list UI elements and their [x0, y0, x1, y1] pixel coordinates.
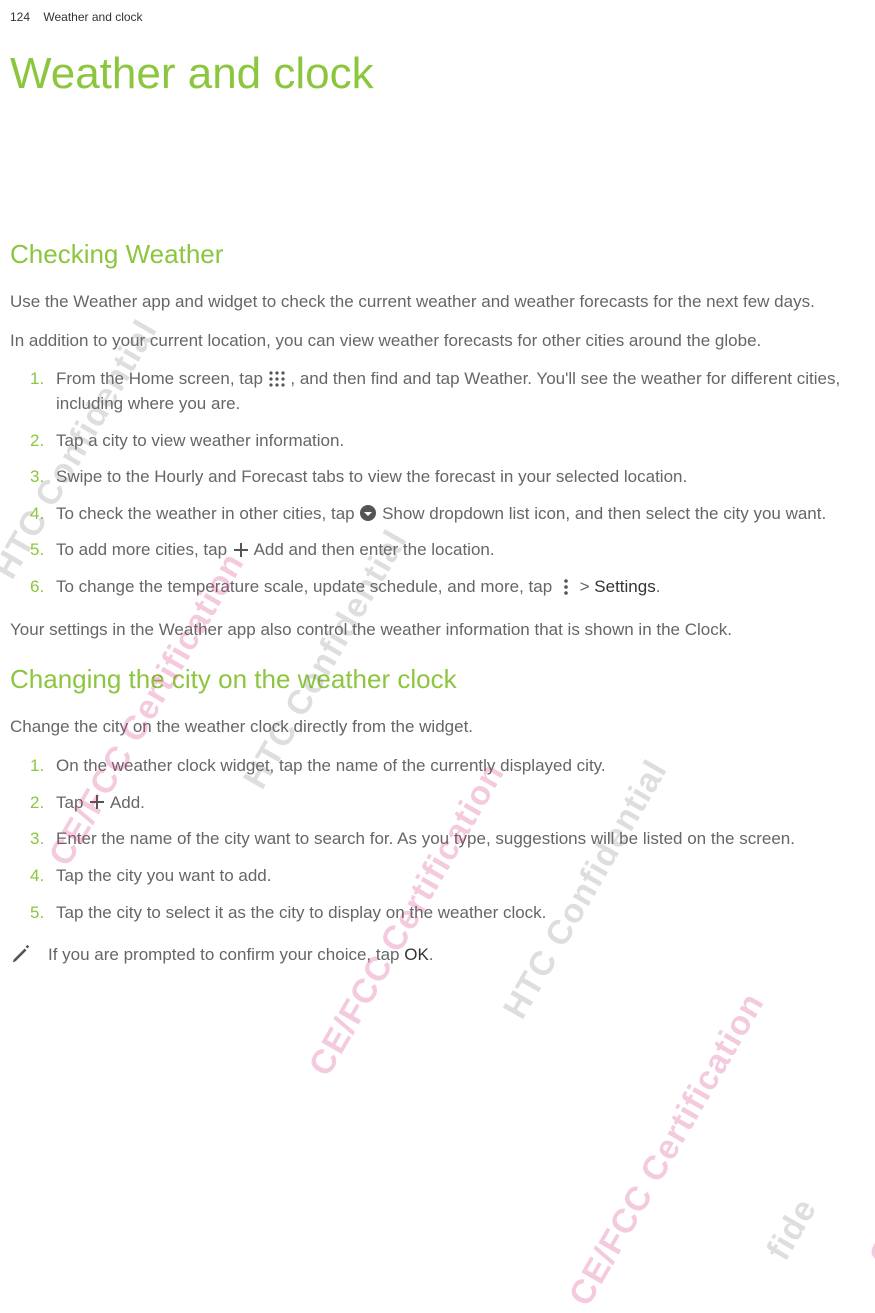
watermark-text: CE/FCC Certification	[862, 946, 875, 1272]
step-item: Swipe to the Hourly and Forecast tabs to…	[30, 465, 855, 490]
step-item: From the Home screen, tap , and then fin…	[30, 367, 855, 416]
step-item: Tap the city to select it as the city to…	[30, 901, 855, 926]
page-header: 124 Weather and clock	[10, 10, 855, 24]
note-part: .	[429, 945, 434, 964]
step-text: .	[656, 577, 661, 596]
step-text: Enter the name of the city want to searc…	[56, 829, 795, 848]
watermark-text: CE/FCC Certification	[562, 986, 773, 1312]
step-text: Swipe to the Hourly and Forecast tabs to…	[56, 467, 687, 486]
step-item: To change the temperature scale, update …	[30, 575, 855, 600]
step-text: Tap the city you want to add.	[56, 866, 271, 885]
step-text: On the weather clock widget, tap the nam…	[56, 756, 606, 775]
step-item: On the weather clock widget, tap the nam…	[30, 754, 855, 779]
note-text: If you are prompted to confirm your choi…	[48, 943, 434, 968]
section-heading-changing-city: Changing the city on the weather clock	[10, 664, 855, 695]
step-text: To change the temperature scale, update …	[56, 577, 557, 596]
dropdown-icon	[359, 504, 377, 522]
step-text: Add and then enter the location.	[254, 540, 495, 559]
step-text: From the Home screen, tap	[56, 369, 268, 388]
steps-list: On the weather clock widget, tap the nam…	[30, 754, 855, 925]
note-row: If you are prompted to confirm your choi…	[10, 943, 855, 970]
step-text: Show dropdown list icon, and then select…	[382, 504, 826, 523]
running-title: Weather and clock	[43, 10, 142, 24]
more-vertical-icon	[557, 578, 575, 596]
step-text: Add.	[110, 793, 145, 812]
step-text: Tap the city to select it as the city to…	[56, 903, 546, 922]
watermark-text: fide	[759, 1192, 825, 1267]
page-number: 124	[10, 10, 30, 24]
step-item: To check the weather in other cities, ta…	[30, 502, 855, 527]
ok-label: OK	[404, 945, 429, 964]
pencil-note-icon	[10, 943, 32, 970]
body-text: Your settings in the Weather app also co…	[10, 618, 855, 643]
section-heading-checking-weather: Checking Weather	[10, 239, 855, 270]
body-text: Use the Weather app and widget to check …	[10, 290, 855, 315]
step-item: To add more cities, tap Add and then ent…	[30, 538, 855, 563]
page-title: Weather and clock	[10, 49, 855, 99]
step-text: Tap	[56, 793, 88, 812]
steps-list: From the Home screen, tap , and then fin…	[30, 367, 855, 599]
step-item: Tap Add.	[30, 791, 855, 816]
step-text: To check the weather in other cities, ta…	[56, 504, 359, 523]
step-text: >	[580, 577, 595, 596]
step-item: Enter the name of the city want to searc…	[30, 827, 855, 852]
step-item: Tap the city you want to add.	[30, 864, 855, 889]
step-item: Tap a city to view weather information.	[30, 429, 855, 454]
step-text: Tap a city to view weather information.	[56, 431, 344, 450]
plus-icon	[232, 541, 250, 559]
body-text: In addition to your current location, yo…	[10, 329, 855, 354]
settings-label: Settings	[594, 577, 655, 596]
step-text: To add more cities, tap	[56, 540, 232, 559]
note-part: If you are prompted to confirm your choi…	[48, 945, 404, 964]
plus-icon	[88, 793, 106, 811]
body-text: Change the city on the weather clock dir…	[10, 715, 855, 740]
apps-grid-icon	[268, 370, 286, 388]
